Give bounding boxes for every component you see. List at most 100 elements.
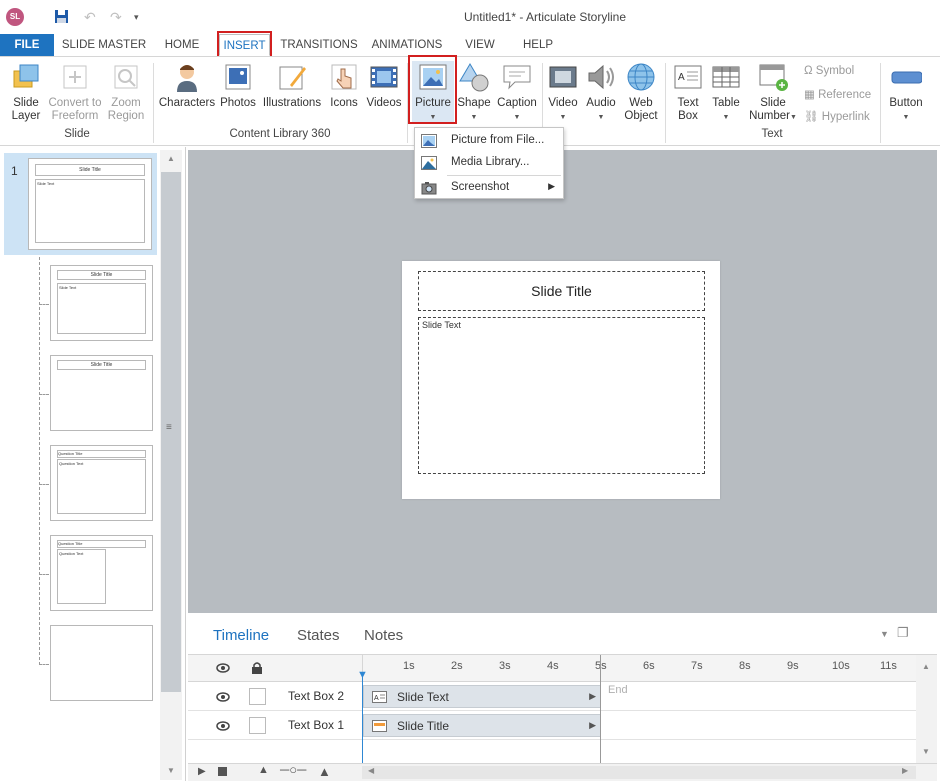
slide-number: 1	[11, 164, 18, 178]
text-box-button[interactable]: A Text Box	[670, 61, 706, 123]
layer-thumbnail[interactable]: Slide Title Slide Text	[50, 265, 153, 341]
timeline-scrollbar[interactable]: ▲ ▼	[916, 655, 937, 764]
slide-layer-button[interactable]: Slide Layer	[6, 61, 46, 123]
table-button[interactable]: Table ▼	[708, 61, 744, 124]
picture-from-file-item[interactable]: Picture from File...	[415, 130, 563, 152]
link-icon: ⛓	[804, 111, 822, 123]
stop-icon[interactable]	[218, 767, 227, 776]
slide-number-icon	[757, 61, 789, 93]
slide-layer-label: Slide Layer	[11, 97, 41, 122]
layer-tree-line	[39, 257, 40, 665]
characters-button[interactable]: Characters	[158, 61, 216, 110]
lock-checkbox[interactable]	[249, 688, 266, 705]
zoom-out-icon[interactable]: ▲	[258, 764, 269, 776]
table-icon	[710, 61, 742, 93]
eye-icon[interactable]	[216, 691, 230, 702]
video-button[interactable]: Video ▼	[546, 61, 580, 124]
icons-button[interactable]: Icons	[326, 61, 362, 110]
layer-tree-branch	[39, 574, 49, 575]
lock-checkbox[interactable]	[249, 717, 266, 734]
thumb-text: Slide Text	[57, 283, 146, 334]
layer-thumbnail[interactable]: Question Title Question Text	[50, 535, 153, 611]
slide-stage[interactable]: Slide Title Slide Text	[402, 261, 720, 499]
object-name[interactable]: Text Box 1	[288, 718, 344, 732]
zoom-in-icon[interactable]: ▲	[318, 764, 331, 779]
tab-states[interactable]: States	[297, 627, 340, 644]
scroll-right-icon[interactable]: ▶	[902, 766, 908, 775]
shape-button[interactable]: Shape ▼	[456, 61, 492, 124]
collapse-panel-icon[interactable]: ▼	[880, 629, 889, 639]
slides-panel: 1 Slide Title Slide Text Slide Title Sli…	[0, 147, 186, 781]
restore-window-icon[interactable]: ❐	[897, 625, 909, 641]
tab-slide-master[interactable]: SLIDE MASTER	[60, 34, 148, 56]
photos-icon	[222, 61, 254, 93]
audio-label: Audio	[586, 97, 616, 109]
reference-button[interactable]: ▦ Reference	[804, 87, 871, 101]
picture-from-file-label: Picture from File...	[451, 134, 545, 146]
media-library-item[interactable]: Media Library...	[415, 152, 563, 174]
tab-transitions[interactable]: TRANSITIONS	[280, 34, 358, 56]
photos-button[interactable]: Photos	[218, 61, 258, 110]
tab-file[interactable]: FILE	[0, 34, 54, 56]
videos-button[interactable]: Videos	[364, 61, 404, 110]
lock-icon[interactable]	[250, 661, 264, 678]
timeline-row[interactable]: Text Box 1 Slide Title ▶	[188, 711, 916, 740]
ribbon-separator	[153, 63, 154, 143]
illustrations-button[interactable]: Illustrations	[260, 61, 324, 110]
button-button[interactable]: Button ▼	[886, 61, 926, 124]
timeline-row[interactable]: Text Box 2 A Slide Text ▶	[188, 682, 916, 711]
characters-label: Characters	[158, 97, 216, 109]
text-box-icon: A	[672, 61, 704, 93]
zoom-slider[interactable]: ─○─	[280, 762, 306, 777]
tab-notes[interactable]: Notes	[364, 627, 403, 644]
expand-right-icon[interactable]: ▶	[589, 720, 596, 731]
scroll-up-icon[interactable]: ▲	[922, 662, 930, 671]
slide-number-button[interactable]: Slide Number▼	[746, 61, 800, 124]
object-name[interactable]: Text Box 2	[288, 689, 344, 703]
tab-timeline[interactable]: Timeline	[213, 627, 269, 644]
tab-view[interactable]: VIEW	[460, 34, 500, 56]
time-ruler[interactable]: 1s 2s 3s 4s 5s 6s 7s 8s 9s 10s 11s ▼	[357, 655, 916, 682]
text-box-icon: A	[372, 691, 387, 703]
button-icon	[890, 61, 923, 93]
thumb-text: Slide Text	[35, 179, 145, 243]
videos-label: Videos	[366, 97, 402, 109]
hyperlink-button[interactable]: ⛓ Hyperlink	[804, 109, 870, 123]
window-title: Untitled1* - Articulate Storyline	[463, 10, 627, 24]
screenshot-item[interactable]: Screenshot ▶	[415, 177, 563, 199]
web-object-button[interactable]: Web Object	[622, 61, 660, 123]
convert-freeform-button[interactable]: Convert to Freeform	[46, 61, 104, 123]
timeline-hscroll[interactable]: ◀ ▶	[362, 766, 916, 779]
slide-thumbnail[interactable]: Slide Title Slide Text	[28, 158, 152, 250]
zoom-region-button[interactable]: Zoom Region	[106, 61, 146, 123]
scroll-down-icon[interactable]: ▼	[167, 766, 175, 775]
media-library-icon	[421, 156, 437, 170]
timeline-bar[interactable]: Slide Title ▶	[363, 714, 601, 737]
tab-animations[interactable]: ANIMATIONS	[368, 34, 446, 56]
layer-thumbnail[interactable]	[50, 625, 153, 701]
eye-icon[interactable]	[216, 662, 230, 677]
caption-button[interactable]: Caption ▼	[494, 61, 540, 124]
scroll-down-icon[interactable]: ▼	[922, 747, 930, 756]
slide-title-placeholder[interactable]: Slide Title	[418, 271, 705, 311]
layer-thumbnail[interactable]: Question Title Question Text	[50, 445, 153, 521]
tab-home[interactable]: HOME	[158, 34, 206, 56]
expand-right-icon[interactable]: ▶	[589, 691, 596, 702]
play-icon[interactable]: ▶	[198, 766, 206, 777]
time-tick: 1s	[403, 660, 415, 672]
audio-button[interactable]: Audio ▼	[582, 61, 620, 124]
symbol-button[interactable]: Ω Symbol	[804, 65, 854, 77]
slides-panel-scrollbar[interactable]: ▲ ≡ ▼	[160, 150, 182, 780]
timeline-bar[interactable]: A Slide Text ▶	[363, 685, 601, 708]
scroll-left-icon[interactable]: ◀	[368, 766, 374, 775]
camera-icon	[421, 181, 437, 195]
scroll-up-icon[interactable]: ▲	[167, 154, 175, 163]
layer-thumbnail[interactable]: Slide Title	[50, 355, 153, 431]
tab-help[interactable]: HELP	[518, 34, 558, 56]
slide-text-placeholder[interactable]: Slide Text	[418, 317, 705, 474]
hand-pointer-icon	[328, 61, 360, 93]
eye-icon[interactable]	[216, 720, 230, 731]
title-bar: SL ↶ ↷ ▾ Untitled1* - Articulate Storyli…	[0, 0, 940, 34]
symbol-label: Symbol	[815, 65, 855, 77]
layer-tree-branch	[39, 394, 49, 395]
